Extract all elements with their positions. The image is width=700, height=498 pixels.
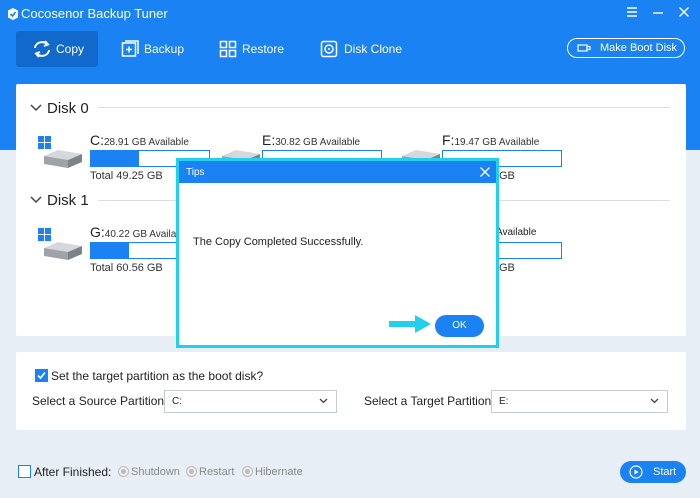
partition-disk1-second-available: Available	[496, 227, 537, 238]
partition-e-letter: E:30.82 GB Available	[262, 132, 361, 148]
play-icon	[629, 465, 643, 479]
partition-f-available: 19.47 GB Available	[454, 137, 540, 148]
app-logo-icon	[8, 8, 18, 20]
arrow-right-icon	[389, 315, 431, 333]
make-boot-disk-label: Make Boot Disk	[600, 42, 678, 54]
start-button[interactable]: Start	[620, 461, 686, 483]
make-boot-disk-button[interactable]: Make Boot Disk	[567, 38, 685, 58]
after-finished-checkbox[interactable]	[18, 465, 31, 478]
tab-restore[interactable]: Restore	[210, 31, 294, 67]
target-partition-select[interactable]: E:	[491, 390, 668, 413]
radio-hibernate[interactable]	[242, 466, 253, 477]
start-label: Start	[653, 466, 677, 478]
footer: After Finished: Shutdown Restart Hiberna…	[0, 448, 700, 498]
radio-hibernate-label: Hibernate	[255, 466, 303, 478]
windows-drive-icon	[38, 136, 82, 168]
title-bar: Cocosenor Backup Tuner	[0, 0, 700, 28]
tab-backup-label: Backup	[144, 42, 185, 56]
radio-restart-label: Restart	[199, 466, 235, 478]
disk-clone-icon	[320, 40, 338, 58]
source-partition-label: Select a Source Partition:	[32, 394, 168, 408]
dialog-close-icon[interactable]	[479, 166, 491, 178]
close-icon[interactable]	[676, 6, 692, 22]
partition-c-letter: C:28.91 GB Available	[90, 132, 189, 148]
chevron-down-icon	[319, 398, 328, 404]
partition-f-letter: F:19.47 GB Available	[442, 132, 540, 148]
tab-restore-label: Restore	[242, 42, 285, 56]
radio-shutdown[interactable]	[118, 466, 129, 477]
disk-0-label: Disk 0	[47, 100, 89, 117]
tab-copy[interactable]: Copy	[16, 31, 98, 67]
tab-disk-clone[interactable]: Disk Clone	[310, 31, 410, 67]
divider	[98, 107, 670, 108]
dialog-message: The Copy Completed Successfully.	[193, 236, 364, 248]
settings-panel: Set the target partition as the boot dis…	[16, 352, 686, 430]
chevron-down-icon	[650, 398, 659, 404]
sync-icon	[34, 40, 50, 58]
backup-icon	[121, 40, 139, 57]
tab-disk-clone-label: Disk Clone	[344, 42, 403, 56]
partition-c-available: 28.91 GB Available	[104, 137, 189, 148]
dialog-title-bar: Tips	[179, 161, 496, 183]
partition-c-total: Total 49.25 GB	[90, 170, 163, 182]
boot-disk-checkbox[interactable]	[35, 369, 48, 382]
chevron-down-icon	[30, 196, 42, 204]
source-partition-value: C:	[172, 396, 182, 407]
radio-restart[interactable]	[186, 466, 197, 477]
windows-drive-icon	[38, 228, 82, 260]
tab-copy-label: Copy	[56, 42, 85, 56]
target-partition-label: Select a Target Partition:	[364, 394, 495, 408]
ok-button[interactable]: OK	[435, 315, 484, 337]
app-title: Cocosenor Backup Tuner	[21, 6, 168, 21]
menu-icon[interactable]	[624, 6, 640, 22]
minimize-icon[interactable]	[650, 6, 666, 22]
usb-drive-icon	[577, 44, 591, 52]
tab-backup[interactable]: Backup	[112, 31, 188, 67]
app-window: Cocosenor Backup Tuner Copy Backup Resto…	[0, 0, 700, 498]
checkmark-icon	[37, 371, 46, 380]
partition-e-available: 30.82 GB Available	[275, 137, 361, 148]
after-finished-label: After Finished:	[34, 465, 112, 479]
partition-f-total: GB	[499, 170, 515, 182]
restore-icon	[219, 40, 237, 58]
partition-g-total: Total 60.56 GB	[90, 262, 163, 274]
radio-shutdown-label: Shutdown	[131, 466, 180, 478]
target-partition-value: E:	[499, 396, 509, 407]
boot-disk-checkbox-label: Set the target partition as the boot dis…	[51, 369, 264, 383]
partition-g-letter: G:40.22 GB Available	[90, 224, 190, 240]
partition-disk1-second-total: GB	[499, 262, 515, 274]
tips-dialog: Tips The Copy Completed Successfully. OK	[176, 158, 499, 348]
source-partition-select[interactable]: C:	[164, 390, 337, 413]
chevron-down-icon	[30, 104, 42, 112]
disk-1-label: Disk 1	[47, 192, 89, 209]
dialog-title: Tips	[186, 167, 205, 178]
